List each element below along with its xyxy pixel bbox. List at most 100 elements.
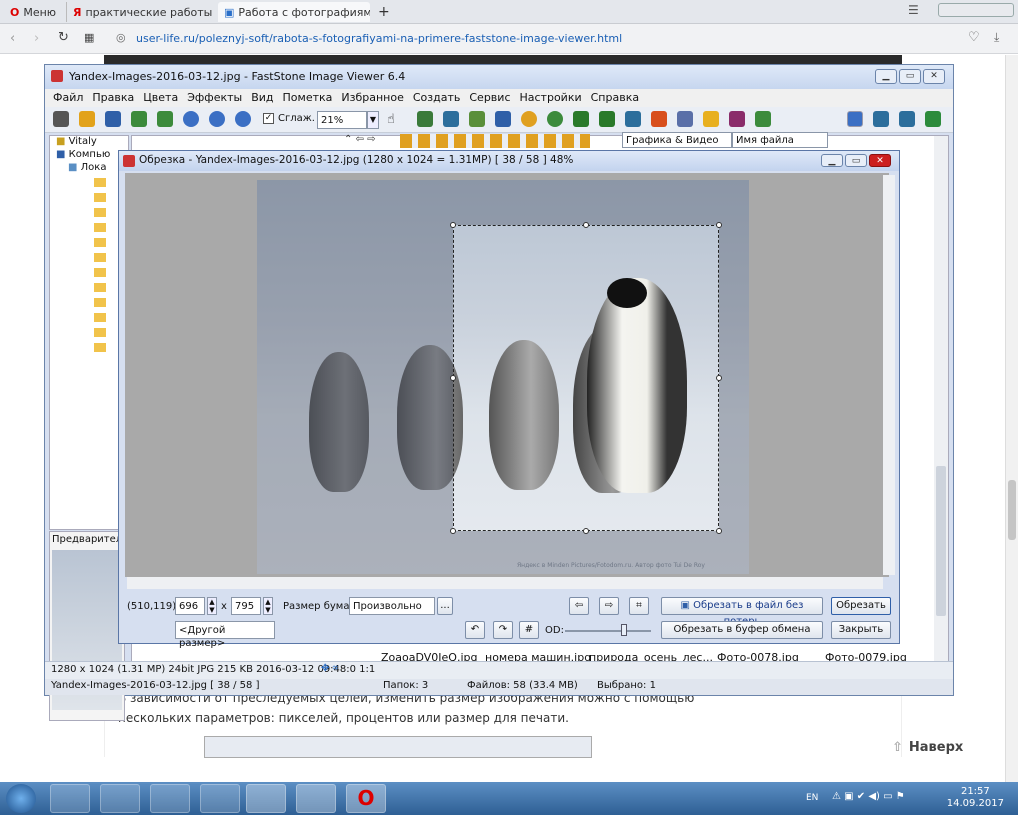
crop-handle[interactable] xyxy=(450,375,456,381)
zoom-in-icon[interactable] xyxy=(183,111,199,127)
chevron-down-icon[interactable]: ▼ xyxy=(367,111,379,129)
grid-icon[interactable]: # xyxy=(519,621,539,639)
image-tool-icon[interactable] xyxy=(443,111,459,127)
language-indicator[interactable]: EN xyxy=(806,793,818,803)
draw-icon[interactable] xyxy=(677,111,693,127)
thumbnail-scrollbar[interactable] xyxy=(934,136,948,694)
crop-minimize-button[interactable]: ▁ xyxy=(821,154,843,167)
crop-close-button[interactable]: ✕ xyxy=(869,154,891,167)
open-folder-icon[interactable] xyxy=(79,111,95,127)
paper-size-select[interactable]: Произвольно xyxy=(349,597,435,615)
user-icon[interactable] xyxy=(547,111,563,127)
window-controls[interactable] xyxy=(938,3,1014,17)
menu-tools[interactable]: Сервис xyxy=(469,89,510,107)
speed-dial-icon[interactable]: ▦ xyxy=(84,31,94,44)
filter-select[interactable]: Графика & Видео xyxy=(622,132,732,148)
zoom-select[interactable]: 21% xyxy=(317,111,367,129)
rotate-left-icon[interactable]: ↶ xyxy=(465,621,485,639)
slideshow-icon[interactable] xyxy=(651,111,667,127)
fullscreen-icon[interactable] xyxy=(925,111,941,127)
folder-list[interactable] xyxy=(94,178,106,358)
start-button[interactable] xyxy=(6,784,36,813)
reload-icon[interactable]: ↻ xyxy=(58,30,69,45)
crop-to-clipboard-button[interactable]: Обрезать в буфер обмена xyxy=(661,621,823,639)
tab-practical-works[interactable]: Я практические работы по ✕ xyxy=(66,2,216,22)
media-player-icon[interactable] xyxy=(150,784,190,813)
folder-tree[interactable]: ■ Vitaly ■ Компью ■ Лока xyxy=(49,135,129,530)
maximize-button[interactable]: ▭ xyxy=(899,69,921,84)
crop-handle[interactable] xyxy=(450,528,456,534)
tree-item-computer[interactable]: ■ Компью xyxy=(56,149,110,160)
tree-item-local[interactable]: ■ Лока xyxy=(68,162,106,173)
prev-image-icon[interactable] xyxy=(131,111,147,127)
compare-icon[interactable] xyxy=(625,111,641,127)
new-tab-button[interactable]: + xyxy=(372,2,392,22)
calculator-icon[interactable] xyxy=(200,784,240,813)
arrow-left-icon[interactable]: ⇦ xyxy=(569,597,589,615)
sort-select[interactable]: Имя файла xyxy=(732,132,828,148)
minimize-button[interactable]: ▁ xyxy=(875,69,897,84)
rotate-left-icon[interactable] xyxy=(573,111,589,127)
close-dialog-button[interactable]: Закрыть xyxy=(831,621,891,639)
word-icon[interactable] xyxy=(246,784,286,813)
tab-menu[interactable]: O Меню xyxy=(4,2,66,22)
crop-handle[interactable] xyxy=(583,528,589,534)
width-spinner[interactable]: ▲ ▼ xyxy=(207,597,217,615)
crop-handle[interactable] xyxy=(716,375,722,381)
menu-colors[interactable]: Цвета xyxy=(143,89,178,107)
back-icon[interactable]: ‹ xyxy=(10,31,15,46)
close-button[interactable]: ✕ xyxy=(923,69,945,84)
heart-icon[interactable]: ♡ xyxy=(968,30,980,45)
od-slider-thumb[interactable] xyxy=(621,624,627,636)
paper-size-more-button[interactable]: ... xyxy=(437,597,453,615)
sun-icon[interactable] xyxy=(521,111,537,127)
menu-create[interactable]: Создать xyxy=(413,89,461,107)
hand-tool-icon[interactable]: ☝ xyxy=(387,112,395,127)
crop-handle[interactable] xyxy=(716,222,722,228)
crop-vertical-scrollbar[interactable] xyxy=(883,175,895,575)
clock[interactable]: 21:57 14.09.2017 xyxy=(947,786,1004,810)
zoom-out-icon[interactable] xyxy=(209,111,225,127)
crop-lossless-button[interactable]: ▣ Обрезать в файл без потерь xyxy=(661,597,823,627)
menu-settings[interactable]: Настройки xyxy=(520,89,582,107)
page-scrollbar[interactable] xyxy=(1005,55,1018,782)
image-tool-icon[interactable] xyxy=(495,111,511,127)
menu-lines-icon[interactable]: ☰ xyxy=(908,3,926,19)
layout-icon[interactable] xyxy=(899,111,915,127)
other-size-select[interactable]: <Другой размер> xyxy=(175,621,275,649)
arrow-right-icon[interactable]: ⇨ xyxy=(599,597,619,615)
layout-icon[interactable] xyxy=(847,111,863,127)
download-icon[interactable]: ⤓ xyxy=(994,30,999,45)
crop-selection[interactable] xyxy=(453,225,719,531)
image-tool-icon[interactable] xyxy=(417,111,433,127)
tab-photo-work[interactable]: ▣ Работа с фотографиями ✕ xyxy=(218,2,370,22)
menu-file[interactable]: Файл xyxy=(53,89,83,107)
scroll-top-link[interactable]: ⇧ Наверх xyxy=(892,740,963,755)
menu-mark[interactable]: Пометка xyxy=(283,89,333,107)
scan-icon[interactable] xyxy=(755,111,771,127)
height-spinner[interactable]: ▲ ▼ xyxy=(263,597,273,615)
folder-actions-icons[interactable] xyxy=(400,134,590,148)
save-icon[interactable] xyxy=(105,111,121,127)
layout-icon[interactable] xyxy=(873,111,889,127)
rotate-right-icon[interactable] xyxy=(599,111,615,127)
tray-icons[interactable]: ⚠ ▣ ✔ ◀) ▭ ⚑ xyxy=(832,791,905,802)
opera-taskbar-icon[interactable]: O xyxy=(346,784,386,813)
crop-handle[interactable] xyxy=(583,222,589,228)
rotate-right-icon[interactable]: ↷ xyxy=(493,621,513,639)
od-slider[interactable] xyxy=(565,630,651,632)
image-tool-icon[interactable] xyxy=(469,111,485,127)
forward-icon[interactable]: › xyxy=(34,31,39,46)
crop-handle[interactable] xyxy=(716,528,722,534)
ie-icon[interactable] xyxy=(100,784,140,813)
camera-icon[interactable] xyxy=(53,111,69,127)
crop-button[interactable]: Обрезать xyxy=(831,597,891,615)
print-icon[interactable] xyxy=(729,111,745,127)
actual-size-icon[interactable] xyxy=(235,111,251,127)
menu-edit[interactable]: Правка xyxy=(92,89,134,107)
crop-width-input[interactable]: 696 xyxy=(175,597,205,615)
thumbnail-scroll-thumb[interactable] xyxy=(936,466,946,616)
menu-view[interactable]: Вид xyxy=(251,89,273,107)
menu-effects[interactable]: Эффекты xyxy=(187,89,242,107)
smooth-checkbox[interactable]: ✓ xyxy=(263,113,274,124)
